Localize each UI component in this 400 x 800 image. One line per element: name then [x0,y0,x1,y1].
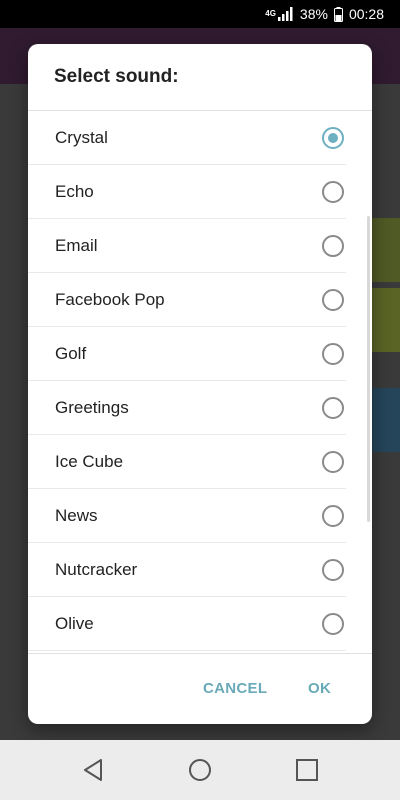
sound-label: Golf [55,343,87,363]
signal-icon [277,7,293,21]
cancel-button[interactable]: CANCEL [203,680,267,697]
sound-label: Echo [55,181,94,201]
sound-label: Olive [55,613,94,633]
battery-icon [333,6,343,22]
battery-percent: 38% [299,6,328,22]
radio-button[interactable] [322,288,344,311]
list-item[interactable]: Golf [28,327,346,381]
radio-button[interactable] [322,180,344,203]
status-bar: 4G 38% 00:28 [0,0,400,28]
list-item[interactable]: Greetings [28,381,346,435]
sound-label: Crystal [55,127,108,147]
sound-label: Greetings [55,397,129,417]
radio-button[interactable] [322,234,344,257]
dialog-title: Select sound: [54,66,179,87]
list-item[interactable]: News [28,489,346,543]
back-icon [84,759,103,781]
navigation-bar [0,740,400,800]
list-item[interactable]: Nutcracker [28,543,346,597]
radio-button[interactable] [322,504,344,527]
list-item[interactable]: Echo [28,165,346,219]
sound-label: Nutcracker [55,559,138,579]
list-item[interactable]: Email [28,219,346,273]
radio-button[interactable] [322,396,344,419]
list-item[interactable]: Ice Cube [28,435,346,489]
radio-button-selected[interactable] [322,126,344,149]
home-button[interactable] [175,745,225,795]
network-badge: 4G [265,9,276,18]
network-indicator: 4G [265,7,294,21]
ok-button[interactable]: OK [308,680,331,697]
radio-button[interactable] [322,558,344,581]
list-item[interactable]: Olive [28,597,346,651]
select-sound-dialog: Select sound: Crystal Echo Email Faceboo… [28,44,372,724]
sound-label: News [55,505,98,525]
radio-button[interactable] [322,612,344,635]
radio-button[interactable] [322,342,344,365]
list-item[interactable]: Crystal [28,111,346,165]
sound-label: Email [55,235,98,255]
divider [28,653,372,654]
scrollbar[interactable] [367,216,370,522]
back-button[interactable] [68,745,118,795]
home-icon [188,759,211,781]
list-item[interactable]: Facebook Pop [28,273,346,327]
sound-label: Facebook Pop [55,289,165,309]
recents-button[interactable] [282,745,332,795]
clock: 00:28 [348,6,384,22]
recents-icon [295,759,318,781]
radio-button[interactable] [322,450,344,473]
sound-label: Ice Cube [55,451,124,471]
sound-list[interactable]: Crystal Echo Email Facebook Pop Golf Gre… [28,111,372,653]
